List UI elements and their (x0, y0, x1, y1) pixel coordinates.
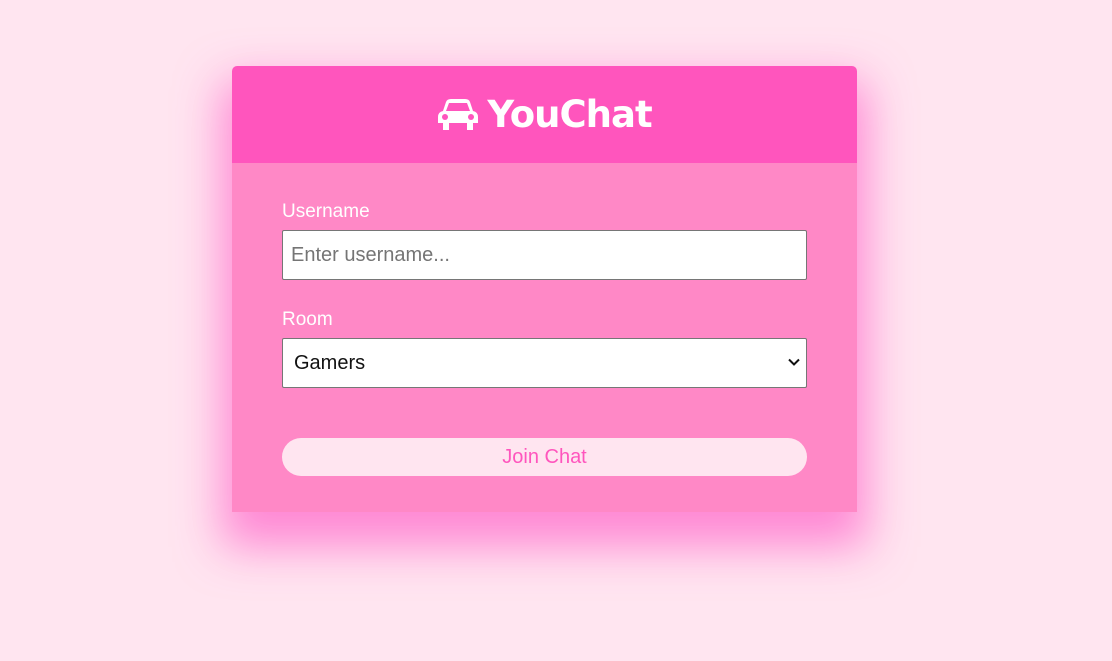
car-icon (437, 98, 479, 132)
join-card: YouChat Username Room Gamers Join Chat (232, 66, 857, 512)
join-header: YouChat (232, 66, 857, 163)
app-title: YouChat (487, 93, 652, 136)
room-select[interactable]: Gamers (282, 338, 807, 388)
username-label: Username (282, 201, 370, 222)
username-control: Username (282, 201, 807, 280)
room-label: Room (282, 309, 333, 330)
room-select-wrapper: Gamers (282, 338, 807, 388)
brand: YouChat (437, 93, 653, 136)
username-input[interactable] (282, 230, 807, 280)
room-control: Room Gamers (282, 309, 807, 388)
join-chat-button[interactable]: Join Chat (282, 438, 807, 476)
join-form: Username Room Gamers Join Chat (232, 163, 857, 512)
